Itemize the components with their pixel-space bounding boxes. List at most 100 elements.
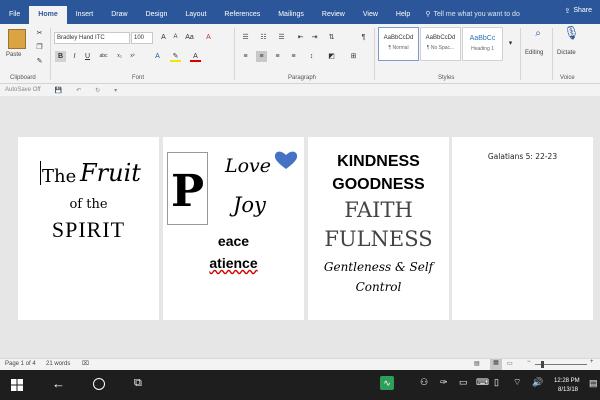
ink-workspace-icon[interactable]: ✑ [440,377,448,388]
decrease-indent-icon[interactable]: ⇤ [295,32,306,43]
line-spacing-icon[interactable]: ↕ [306,51,317,62]
tab-view[interactable]: View [354,6,387,24]
tab-review[interactable]: Review [313,6,354,24]
zoom-in-button[interactable]: + [590,359,594,365]
change-case-icon[interactable]: Aa [184,32,195,43]
task-view-icon[interactable]: ⧉ [134,377,142,390]
highlight-icon[interactable]: ✎ [170,51,181,62]
wifi-icon[interactable]: ⌔ [513,377,521,388]
clock-date[interactable]: 8/13/18 [558,387,578,393]
font-color-icon[interactable]: A [190,51,201,62]
tell-me-box[interactable]: ⚲ Tell me what you want to do [425,6,520,24]
tab-insert[interactable]: Insert [67,6,103,24]
read-mode-icon[interactable]: ▤ [474,360,480,367]
shrink-font-icon[interactable]: A [170,32,181,43]
style-heading-1[interactable]: AaBbCc Heading 1 [462,27,503,61]
page-3[interactable]: KINDNESS GOODNESS FAITH FULNESS Gentlene… [308,137,449,320]
tab-draw[interactable]: Draw [102,6,136,24]
web-layout-icon[interactable]: ▭ [507,360,513,367]
subscript-icon[interactable]: x₂ [114,51,125,62]
windows-start-icon[interactable] [11,379,23,391]
align-center-icon[interactable]: ≡ [256,51,267,62]
app-activity-icon[interactable]: ∿ [380,376,394,390]
cut-icon[interactable]: ✂ [34,28,45,39]
format-painter-icon[interactable]: ✎ [34,56,45,67]
multilevel-list-icon[interactable]: ☰ [276,32,287,43]
battery-icon[interactable]: ▭ [459,377,468,388]
underline-icon[interactable]: U [82,51,93,62]
text-box-p[interactable]: P [167,152,208,225]
tab-home[interactable]: Home [29,6,67,24]
bold-icon[interactable]: B [55,51,66,62]
people-icon[interactable]: ⚇ [420,377,428,388]
quick-access-toolbar: AutoSave Off 💾 ↶ ↻ ▾ [0,84,600,96]
paragraph-group-label: Paragraph [288,75,317,81]
autosave-toggle[interactable]: AutoSave Off [5,87,41,93]
bullets-icon[interactable]: ☰ [240,32,251,43]
clock-time[interactable]: 12:28 PM [554,378,580,384]
tab-file[interactable]: File [0,6,29,24]
redo-icon[interactable]: ↻ [95,87,100,94]
text-effects-icon[interactable]: A [152,51,163,62]
ribbon-separator [520,28,521,80]
styles-more-icon[interactable]: ▾ [505,38,516,49]
volume-icon[interactable]: 🔊 [532,377,543,388]
tab-design[interactable]: Design [137,6,177,24]
grow-font-icon[interactable]: A [158,32,169,43]
touch-keyboard-icon[interactable]: ⌨ [476,377,489,388]
tab-references[interactable]: References [215,6,269,24]
save-icon[interactable]: 💾 [55,87,62,94]
show-formatting-icon[interactable]: ¶ [358,32,369,43]
editing-button[interactable]: Editing [525,50,543,56]
superscript-icon[interactable]: x² [127,51,138,62]
zoom-out-button[interactable]: − [527,359,531,365]
ribbon-separator [552,28,553,80]
align-left-icon[interactable]: ≡ [240,51,251,62]
font-size-box[interactable]: 100 [131,32,153,44]
shading-icon[interactable]: ◩ [326,51,337,62]
action-center-icon[interactable]: ▤ [589,378,598,389]
paste-button[interactable]: Paste [6,52,21,58]
title-the: The [42,166,77,187]
clear-formatting-icon[interactable]: A [203,32,214,43]
tab-layout[interactable]: Layout [176,6,215,24]
tab-mailings[interactable]: Mailings [269,6,313,24]
align-right-icon[interactable]: ≡ [272,51,283,62]
cortana-icon[interactable] [93,378,105,390]
borders-icon[interactable]: ⊞ [348,51,359,62]
page-1[interactable]: The Fruit of the SPIRIT [18,137,159,320]
share-button[interactable]: ⇪ Share [564,7,592,15]
autosave-label: AutoSave [5,87,32,93]
page-4[interactable]: Galatians 5: 22-23 [452,137,593,320]
tablet-icon[interactable]: ▯ [494,377,499,388]
italic-icon[interactable]: I [69,51,80,62]
find-icon[interactable]: ⌕ [531,28,545,42]
zoom-slider[interactable] [535,361,587,368]
style-no-spacing[interactable]: AaBbCcDd ¶ No Spac... [420,27,461,61]
page-count[interactable]: Page 1 of 4 [5,361,36,367]
microphone-icon[interactable]: 🎙 [563,26,580,45]
word-count[interactable]: 21 words [46,361,70,367]
style-normal[interactable]: AaBbCcDd ¶ Normal [378,27,419,61]
font-name-box[interactable]: Bradley Hand ITC [54,32,130,44]
paste-icon[interactable] [8,29,26,49]
zoom-slider-thumb[interactable] [541,361,544,368]
proofing-icon[interactable]: ⌧ [82,360,89,367]
ribbon-home: Paste ✂ ❐ ✎ Clipboard Bradley Hand ITC 1… [0,24,600,84]
increase-indent-icon[interactable]: ⇥ [309,32,320,43]
style-no-spacing-name: ¶ No Spac... [426,45,455,51]
document-canvas[interactable]: The Fruit of the SPIRIT P Love Joy eace … [0,96,600,358]
strikethrough-icon[interactable]: abc [98,51,109,62]
undo-icon[interactable]: ↶ [76,87,81,94]
tab-help[interactable]: Help [387,6,419,24]
dictate-button[interactable]: Dictate [557,50,576,56]
customize-toolbar-icon[interactable]: ▾ [114,87,117,94]
justify-icon[interactable]: ≡ [288,51,299,62]
font-size-value: 100 [134,35,145,41]
sort-icon[interactable]: ⇅ [326,32,337,43]
page-2[interactable]: P Love Joy eace atience [163,137,304,320]
copy-icon[interactable]: ❐ [34,42,45,53]
numbering-icon[interactable]: ☷ [258,32,269,43]
back-arrow-icon[interactable]: ← [52,376,65,391]
print-layout-icon[interactable]: ▦ [490,359,502,370]
